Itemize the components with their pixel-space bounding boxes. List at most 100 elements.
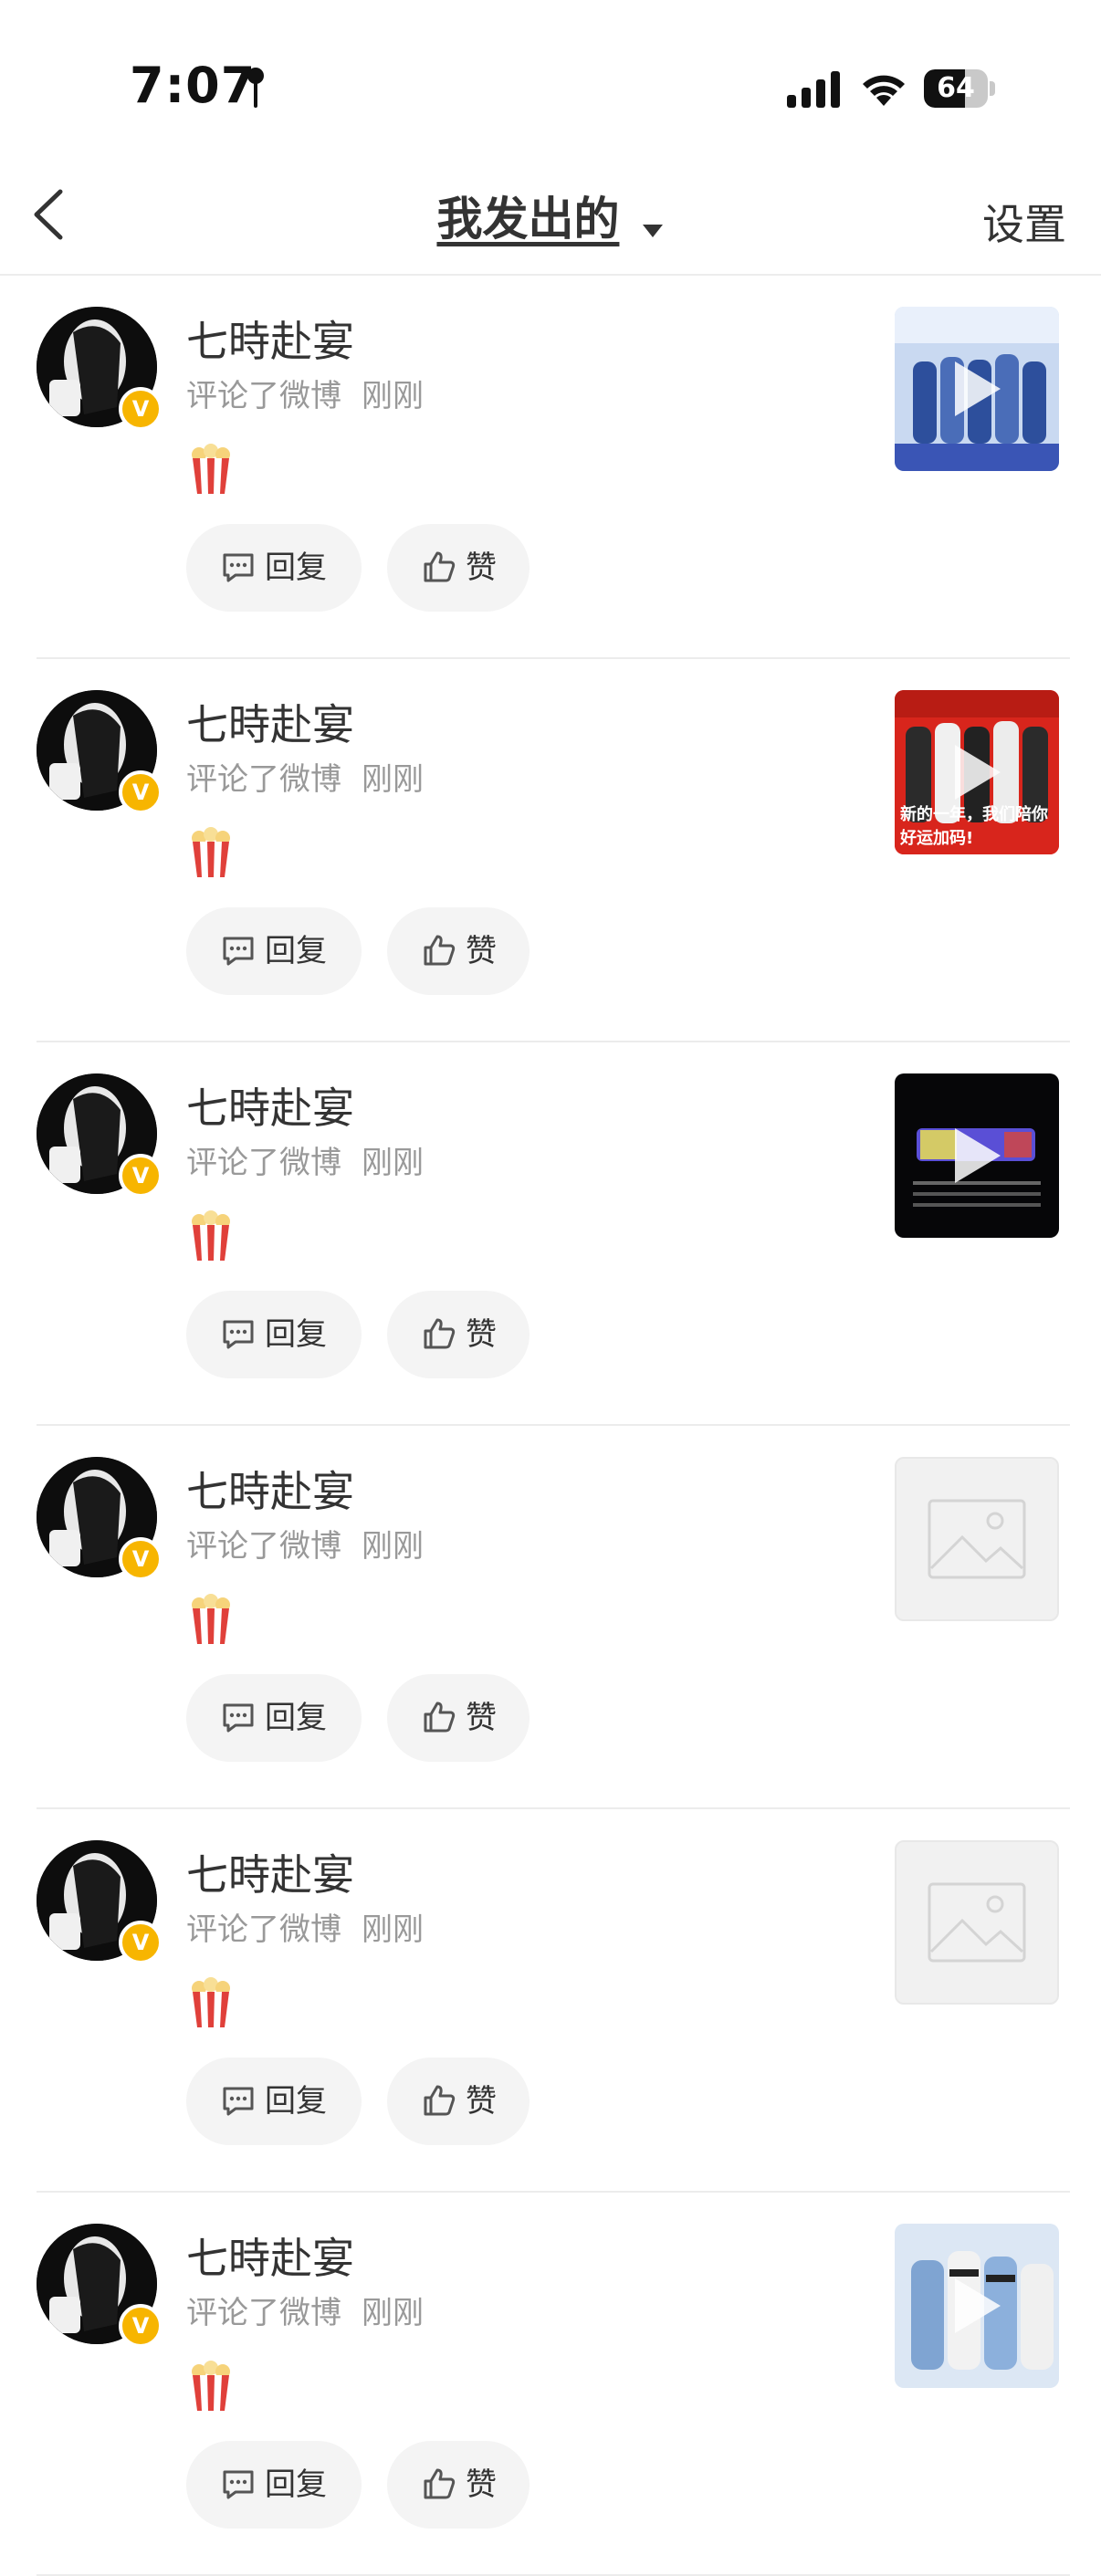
comment-icon xyxy=(223,2087,254,2116)
user-name[interactable]: 七時赴宴 xyxy=(186,2225,354,2286)
timestamp: 刚刚 xyxy=(362,1145,424,1181)
play-icon[interactable] xyxy=(949,1125,1004,1187)
reply-button[interactable]: 回复 xyxy=(186,2441,362,2529)
popcorn-icon xyxy=(192,444,230,494)
post-thumbnail[interactable] xyxy=(895,1073,1059,1238)
dropdown-icon[interactable] xyxy=(641,222,665,240)
comment-meta: 评论了微博 刚刚 xyxy=(186,1137,424,1182)
play-icon[interactable] xyxy=(949,741,1004,803)
like-label: 赞 xyxy=(466,1316,497,1353)
user-name[interactable]: 七時赴宴 xyxy=(186,1842,354,1902)
image-placeholder-icon xyxy=(928,1882,1026,1963)
comment-meta: 评论了微博 刚刚 xyxy=(186,1904,424,1949)
verified-badge: V xyxy=(119,2304,163,2348)
like-button[interactable]: 赞 xyxy=(387,907,530,995)
action-text: 评论了微博 xyxy=(186,1911,341,1948)
comment-card: V 七時赴宴 评论了微博 刚刚 回复 赞 xyxy=(0,1809,1101,2193)
user-name[interactable]: 七時赴宴 xyxy=(186,1459,354,1519)
comment-card: V 七時赴宴 评论了微博 刚刚 回复 赞 新的一年，我们陪你好运加码! xyxy=(0,659,1101,1042)
like-button[interactable]: 赞 xyxy=(387,1674,530,1762)
play-icon[interactable] xyxy=(949,2275,1004,2337)
popcorn-icon xyxy=(192,2361,230,2411)
battery-indicator: 64 xyxy=(924,69,995,108)
action-text: 评论了微博 xyxy=(186,378,341,414)
post-thumbnail[interactable] xyxy=(895,2224,1059,2388)
like-button[interactable]: 赞 xyxy=(387,1291,530,1378)
comment-icon xyxy=(223,1703,254,1733)
comment-icon xyxy=(223,1320,254,1349)
popcorn-icon xyxy=(192,1594,230,1644)
like-button[interactable]: 赞 xyxy=(387,524,530,612)
nav-bar: 我发出的 设置 xyxy=(0,146,1101,276)
reply-button[interactable]: 回复 xyxy=(186,1674,362,1762)
like-label: 赞 xyxy=(466,1700,497,1736)
post-thumbnail[interactable] xyxy=(895,307,1059,471)
post-thumbnail[interactable]: 新的一年，我们陪你好运加码! xyxy=(895,690,1059,854)
verified-badge: V xyxy=(119,770,163,814)
verified-badge: V xyxy=(119,387,163,431)
comment-feed: V 七時赴宴 评论了微博 刚刚 回复 赞 V 七時赴宴 评论了微博 刚刚 回复 … xyxy=(0,276,1101,2576)
location-icon xyxy=(247,68,264,108)
comment-meta: 评论了微博 刚刚 xyxy=(186,371,424,415)
comment-meta: 评论了微博 刚刚 xyxy=(186,1521,424,1565)
post-thumbnail[interactable] xyxy=(895,1457,1059,1621)
timestamp: 刚刚 xyxy=(362,2295,424,2331)
comment-icon xyxy=(223,2470,254,2499)
image-placeholder-icon xyxy=(928,1499,1026,1579)
like-button[interactable]: 赞 xyxy=(387,2441,530,2529)
reply-button[interactable]: 回复 xyxy=(186,907,362,995)
thumbnail-caption: 新的一年，我们陪你好运加码! xyxy=(900,805,1048,848)
wifi-icon xyxy=(863,75,905,106)
post-thumbnail[interactable] xyxy=(895,1840,1059,2005)
timestamp: 刚刚 xyxy=(362,378,424,414)
comment-meta: 评论了微博 刚刚 xyxy=(186,2288,424,2332)
reply-label: 回复 xyxy=(265,933,327,969)
thumbs-up-icon xyxy=(424,1318,456,1349)
popcorn-icon xyxy=(192,1977,230,2027)
nav-title-dropdown[interactable]: 我发出的 xyxy=(0,183,1101,248)
reply-button[interactable]: 回复 xyxy=(186,1291,362,1378)
status-time: 7:07 xyxy=(130,57,257,114)
signal-icon xyxy=(787,71,840,108)
user-name[interactable]: 七時赴宴 xyxy=(186,692,354,752)
like-label: 赞 xyxy=(466,550,497,586)
verified-badge: V xyxy=(119,1154,163,1198)
like-label: 赞 xyxy=(466,2083,497,2120)
action-text: 评论了微博 xyxy=(186,761,341,798)
settings-button[interactable]: 设置 xyxy=(982,192,1066,252)
user-name[interactable]: 七時赴宴 xyxy=(186,1075,354,1136)
comment-icon xyxy=(223,937,254,966)
comment-card: V 七時赴宴 评论了微博 刚刚 回复 赞 xyxy=(0,1426,1101,1809)
reply-label: 回复 xyxy=(265,1316,327,1353)
comment-card: V 七時赴宴 评论了微博 刚刚 回复 赞 xyxy=(0,1042,1101,1426)
like-button[interactable]: 赞 xyxy=(387,2058,530,2145)
timestamp: 刚刚 xyxy=(362,761,424,798)
action-text: 评论了微博 xyxy=(186,2295,341,2331)
reply-label: 回复 xyxy=(265,2466,327,2503)
reply-button[interactable]: 回复 xyxy=(186,2058,362,2145)
user-name[interactable]: 七時赴宴 xyxy=(186,309,354,369)
popcorn-icon xyxy=(192,827,230,877)
reply-label: 回复 xyxy=(265,550,327,586)
thumbs-up-icon xyxy=(424,935,456,966)
popcorn-icon xyxy=(192,1210,230,1261)
like-label: 赞 xyxy=(466,933,497,969)
thumbs-up-icon xyxy=(424,2085,456,2116)
thumbs-up-icon xyxy=(424,1702,456,1733)
action-text: 评论了微博 xyxy=(186,1145,341,1181)
reply-label: 回复 xyxy=(265,2083,327,2120)
verified-badge: V xyxy=(119,1537,163,1581)
page-title[interactable]: 我发出的 xyxy=(436,193,619,246)
comment-icon xyxy=(223,553,254,582)
action-text: 评论了微博 xyxy=(186,1528,341,1565)
like-label: 赞 xyxy=(466,2466,497,2503)
reply-button[interactable]: 回复 xyxy=(186,524,362,612)
comment-meta: 评论了微博 刚刚 xyxy=(186,754,424,799)
play-icon[interactable] xyxy=(949,358,1004,420)
thumbs-up-icon xyxy=(424,2468,456,2499)
comment-card: V 七時赴宴 评论了微博 刚刚 回复 赞 xyxy=(0,276,1101,659)
battery-level: 64 xyxy=(937,72,975,104)
timestamp: 刚刚 xyxy=(362,1911,424,1948)
reply-label: 回复 xyxy=(265,1700,327,1736)
status-bar: 7:07 64 xyxy=(0,0,1101,146)
